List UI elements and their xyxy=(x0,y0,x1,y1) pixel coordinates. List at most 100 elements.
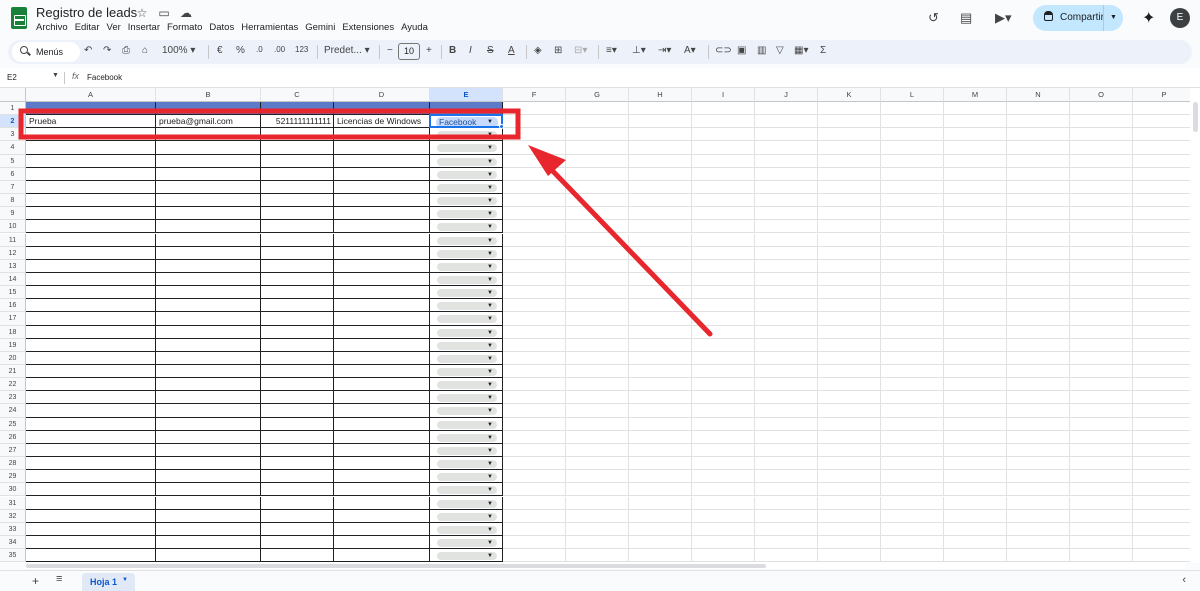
cell-o10[interactable] xyxy=(1070,220,1133,234)
cell-e23[interactable]: ▼ xyxy=(430,391,503,405)
cell-l14[interactable] xyxy=(881,272,944,287)
cell-c6[interactable] xyxy=(261,167,334,181)
cell-d5[interactable] xyxy=(334,154,430,168)
cell-b9[interactable] xyxy=(156,207,261,221)
cell-e29[interactable]: ▼ xyxy=(430,470,503,484)
cell-g2[interactable] xyxy=(566,115,629,129)
cell-b20[interactable] xyxy=(156,351,261,365)
cell-c19[interactable] xyxy=(261,338,334,352)
cell-c28[interactable] xyxy=(261,457,334,471)
cell-g22[interactable] xyxy=(566,378,629,392)
cell-b14[interactable] xyxy=(156,272,261,287)
cell-m13[interactable] xyxy=(944,259,1007,273)
cell-a19[interactable] xyxy=(26,338,156,352)
cell-h24[interactable] xyxy=(629,404,692,418)
cell-a2[interactable]: Prueba xyxy=(26,115,156,129)
cell-h26[interactable] xyxy=(629,430,692,444)
menu-ver[interactable]: Ver xyxy=(107,22,121,33)
dropdown-arrow-icon[interactable]: ▼ xyxy=(487,142,493,153)
row-header-2[interactable]: 2 xyxy=(0,115,26,129)
cell-d2[interactable]: Licencias de Windows xyxy=(334,115,430,129)
cell-f5[interactable] xyxy=(503,154,566,168)
cell-g6[interactable] xyxy=(566,167,629,181)
cell-f27[interactable] xyxy=(503,443,566,458)
sheets-logo-icon[interactable] xyxy=(11,7,27,29)
cell-h21[interactable] xyxy=(629,365,692,379)
cell-a26[interactable] xyxy=(26,430,156,444)
all-sheets-icon[interactable]: ≡ xyxy=(56,573,62,585)
cell-h17[interactable] xyxy=(629,312,692,326)
row-header-30[interactable]: 30 xyxy=(0,483,26,497)
avatar[interactable]: E xyxy=(1170,8,1190,28)
cell-p13[interactable] xyxy=(1133,259,1196,273)
cell-p14[interactable] xyxy=(1133,272,1196,287)
column-header-j[interactable]: J xyxy=(755,88,818,102)
column-header-b[interactable]: B xyxy=(156,88,261,102)
row-header-21[interactable]: 21 xyxy=(0,365,26,379)
add-sheet-icon[interactable]: + xyxy=(32,574,39,588)
cell-m19[interactable] xyxy=(944,338,1007,352)
cell-e28[interactable]: ▼ xyxy=(430,457,503,471)
menu-gemini[interactable]: Gemini xyxy=(305,22,335,33)
cell-l19[interactable] xyxy=(881,338,944,352)
cell-b26[interactable] xyxy=(156,430,261,444)
cell-b12[interactable] xyxy=(156,246,261,260)
cell-d1[interactable] xyxy=(334,102,430,116)
cell-f29[interactable] xyxy=(503,470,566,484)
borders-icon[interactable]: ⊞ xyxy=(554,45,562,56)
cell-f33[interactable] xyxy=(503,522,566,536)
cell-l24[interactable] xyxy=(881,404,944,418)
cell-i32[interactable] xyxy=(692,509,755,523)
cell-f17[interactable] xyxy=(503,312,566,326)
cell-j19[interactable] xyxy=(755,338,818,352)
cell-e8[interactable]: ▼ xyxy=(430,194,503,208)
cell-c3[interactable] xyxy=(261,128,334,142)
cell-n7[interactable] xyxy=(1007,180,1070,195)
cell-h31[interactable] xyxy=(629,496,692,510)
cell-g30[interactable] xyxy=(566,483,629,497)
column-header-l[interactable]: L xyxy=(881,88,944,102)
cell-f28[interactable] xyxy=(503,457,566,471)
cell-l32[interactable] xyxy=(881,509,944,523)
row-header-26[interactable]: 26 xyxy=(0,430,26,444)
undo-icon[interactable]: ↶ xyxy=(84,45,92,56)
font-size-input[interactable]: 10 xyxy=(398,43,420,60)
cell-p9[interactable] xyxy=(1133,207,1196,221)
rotate-icon[interactable]: A▾ xyxy=(684,45,696,56)
cell-k5[interactable] xyxy=(818,154,881,168)
cell-k35[interactable] xyxy=(818,549,881,563)
select-all-corner[interactable] xyxy=(0,88,26,102)
cell-i20[interactable] xyxy=(692,351,755,365)
cell-m14[interactable] xyxy=(944,272,1007,287)
dropdown-arrow-icon[interactable]: ▼ xyxy=(487,195,493,206)
cell-m25[interactable] xyxy=(944,417,1007,431)
cell-h7[interactable] xyxy=(629,180,692,195)
cloud-status-icon[interactable]: ☁ xyxy=(179,6,193,20)
cell-o1[interactable] xyxy=(1070,102,1133,116)
cell-l20[interactable] xyxy=(881,351,944,365)
cell-e26[interactable]: ▼ xyxy=(430,430,503,444)
cell-h3[interactable] xyxy=(629,128,692,142)
row-header-34[interactable]: 34 xyxy=(0,535,26,550)
cell-o30[interactable] xyxy=(1070,483,1133,497)
cell-m18[interactable] xyxy=(944,325,1007,339)
dropdown-arrow-icon[interactable]: ▼ xyxy=(487,550,493,561)
gemini-icon[interactable]: ✦ xyxy=(1142,8,1155,28)
cell-e35[interactable]: ▼ xyxy=(430,549,503,563)
cell-p17[interactable] xyxy=(1133,312,1196,326)
cell-d12[interactable] xyxy=(334,246,430,260)
cell-o11[interactable] xyxy=(1070,233,1133,247)
cell-g7[interactable] xyxy=(566,180,629,195)
cell-h25[interactable] xyxy=(629,417,692,431)
cell-i15[interactable] xyxy=(692,286,755,300)
row-header-32[interactable]: 32 xyxy=(0,509,26,523)
cell-d9[interactable] xyxy=(334,207,430,221)
row-header-17[interactable]: 17 xyxy=(0,312,26,326)
cell-k2[interactable] xyxy=(818,115,881,129)
cell-g12[interactable] xyxy=(566,246,629,260)
cell-p1[interactable] xyxy=(1133,102,1196,116)
row-header-19[interactable]: 19 xyxy=(0,338,26,352)
cell-p20[interactable] xyxy=(1133,351,1196,365)
row-header-28[interactable]: 28 xyxy=(0,457,26,471)
cell-c22[interactable] xyxy=(261,378,334,392)
